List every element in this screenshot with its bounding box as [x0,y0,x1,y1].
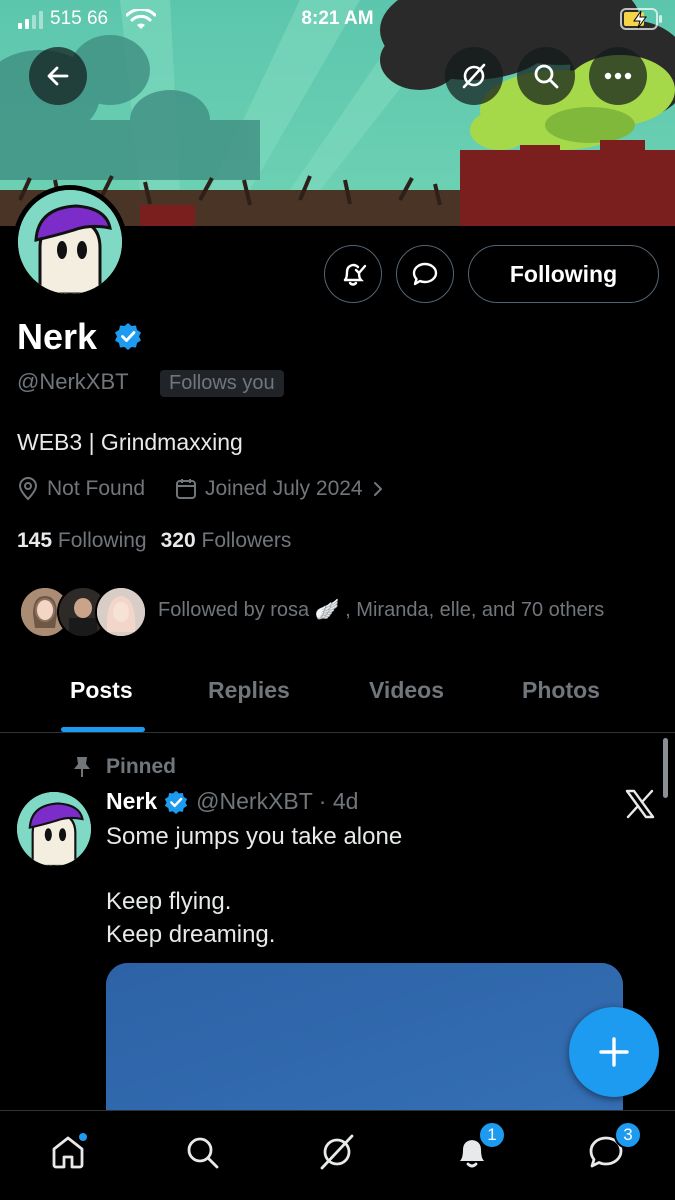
verified-badge-icon[interactable] [114,322,142,350]
notifications-badge: 1 [478,1121,506,1149]
bell-check-icon [343,263,367,286]
verified-badge-icon [165,790,188,814]
status-bar: 515 66 8:21 AM [0,0,675,40]
location-text: Not Found [47,477,146,500]
post-author-name[interactable]: Nerk [106,788,157,815]
battery-charging-icon [620,8,662,30]
follows-you-badge: Follows you [160,370,284,397]
post-text: Some jumps you take alone Keep flying. K… [106,823,403,948]
follow-counts: 145 Following 320 Followers [17,529,291,553]
bottom-navigation: 1 3 [0,1110,675,1200]
x-logo-icon[interactable] [624,788,656,820]
message-button[interactable] [396,245,454,303]
pinned-label: Pinned [106,755,177,778]
nav-home[interactable] [43,1127,93,1177]
blue-sky-image [106,963,623,1133]
message-bubble-icon [412,262,438,286]
tab-replies[interactable]: Replies [208,677,290,704]
messages-badge: 3 [614,1121,642,1149]
post-author-avatar[interactable] [17,792,91,866]
grok-icon [320,1134,354,1170]
search-icon [534,64,559,89]
pin-icon [74,757,90,777]
post-media-image[interactable] [106,963,623,1133]
profile-avatar[interactable] [13,185,127,299]
home-new-indicator [77,1131,89,1143]
following-count: 145 [17,529,53,552]
back-button[interactable] [29,47,87,105]
search-icon [187,1137,219,1169]
tab-videos[interactable]: Videos [369,677,444,704]
profile-handle: @NerkXBT [17,369,129,394]
avatar [95,586,147,638]
followed-by-text[interactable]: Followed by rosa 🪽 , Miranda, elle, and … [158,597,604,622]
active-tab-indicator [61,727,145,732]
profile-tabs: Posts Replies Videos Photos [0,655,675,733]
chevron-right-icon [373,482,382,496]
post-handle-and-time: @NerkXBT · 4d [196,788,359,814]
following-link[interactable]: 145 Following [17,529,147,552]
nav-notifications[interactable]: 1 [447,1121,506,1177]
ghost-character-image [18,190,122,294]
profile-location: Not Found [17,477,145,501]
pinned-indicator: Pinned [72,755,176,779]
post-header: Nerk @NerkXBT · 4d [106,788,358,815]
calendar-icon [176,479,196,499]
profile-name: Nerk [17,316,98,357]
scrollbar[interactable] [663,738,668,798]
mutual-followers-avatars[interactable] [19,586,147,640]
nav-messages[interactable]: 3 [581,1121,642,1177]
grok-button[interactable] [445,47,503,105]
person-photo-image [97,588,145,636]
following-label: Following [57,529,147,552]
tab-posts[interactable]: Posts [70,677,133,704]
nav-search[interactable] [177,1127,227,1177]
more-button[interactable] [589,47,647,105]
ghost-character-image [17,792,91,866]
notifications-subscribe-button[interactable] [324,245,382,303]
location-pin-icon [18,477,38,501]
nav-grok[interactable] [312,1127,362,1177]
compose-post-button[interactable] [569,1007,659,1097]
grok-icon [462,63,486,89]
arrow-left-icon [47,66,69,86]
more-horizontal-icon [604,72,632,80]
joined-text: Joined July 2024 [205,477,363,500]
profile-bio: WEB3 | Grindmaxxing [17,429,243,455]
followers-link[interactable]: 320 Followers [161,529,292,552]
search-button[interactable] [517,47,575,105]
profile-joined[interactable]: Joined July 2024 [175,477,385,501]
followers-label: Followers [201,529,292,552]
following-button[interactable]: Following [468,245,659,303]
followers-count: 320 [160,529,196,552]
plus-icon [599,1037,629,1067]
tab-photos[interactable]: Photos [522,677,600,704]
clock: 8:21 AM [301,8,374,29]
